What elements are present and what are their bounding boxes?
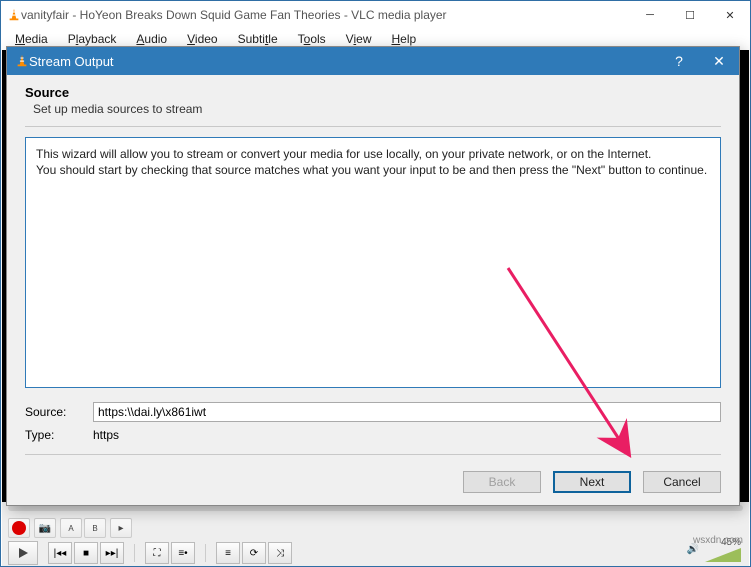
frame-step-button[interactable]: ▸ [110,518,132,538]
divider [25,454,721,455]
volume-slider[interactable] [705,548,741,562]
main-titlebar: vanityfair - HoYeon Breaks Down Squid Ga… [1,1,750,29]
record-icon [12,521,26,535]
watermark: wsxdn.com [693,535,743,546]
wizard-description: This wizard will allow you to stream or … [25,137,721,388]
main-window-title: vanityfair - HoYeon Breaks Down Squid Ga… [21,8,630,22]
close-button[interactable]: ✕ [710,1,750,29]
play-button[interactable] [8,541,38,565]
ext-settings-button[interactable]: ≡• [171,542,195,564]
section-subheading: Set up media sources to stream [25,102,721,116]
dialog-help-button[interactable]: ? [659,47,699,75]
point-a-button[interactable]: A [60,518,82,538]
bottom-controls: 📷 A B ▸ |◂◂ ■ ▸▸| ⛶ ≡• ≡ ⟳ ⤨ [2,502,749,566]
vlc-cone-icon [15,54,29,68]
point-b-button[interactable]: B [84,518,106,538]
cancel-button[interactable]: Cancel [643,471,721,493]
minimize-button[interactable]: ─ [630,1,670,29]
section-heading: Source [25,85,721,100]
back-button[interactable]: Back [463,471,541,493]
record-button[interactable] [8,518,30,538]
prev-button[interactable]: |◂◂ [48,542,72,564]
stop-button[interactable]: ■ [74,542,98,564]
dialog-titlebar: Stream Output ? ✕ [7,47,739,75]
playlist-button[interactable]: ≡ [216,542,240,564]
type-label: Type: [25,428,85,442]
type-value: https [93,428,721,442]
dialog-title: Stream Output [29,54,659,69]
dialog-close-button[interactable]: ✕ [699,47,739,75]
source-label: Source: [25,405,85,419]
source-input[interactable] [93,402,721,422]
snapshot-button[interactable]: 📷 [34,518,56,538]
loop-button[interactable]: ⟳ [242,542,266,564]
next-button[interactable]: Next [553,471,631,493]
maximize-button[interactable]: ☐ [670,1,710,29]
stream-output-dialog: Stream Output ? ✕ Source Set up media so… [6,46,740,506]
vlc-cone-icon [7,8,21,22]
next-button[interactable]: ▸▸| [100,542,124,564]
divider [25,126,721,127]
fullscreen-button[interactable]: ⛶ [145,542,169,564]
shuffle-button[interactable]: ⤨ [268,542,292,564]
